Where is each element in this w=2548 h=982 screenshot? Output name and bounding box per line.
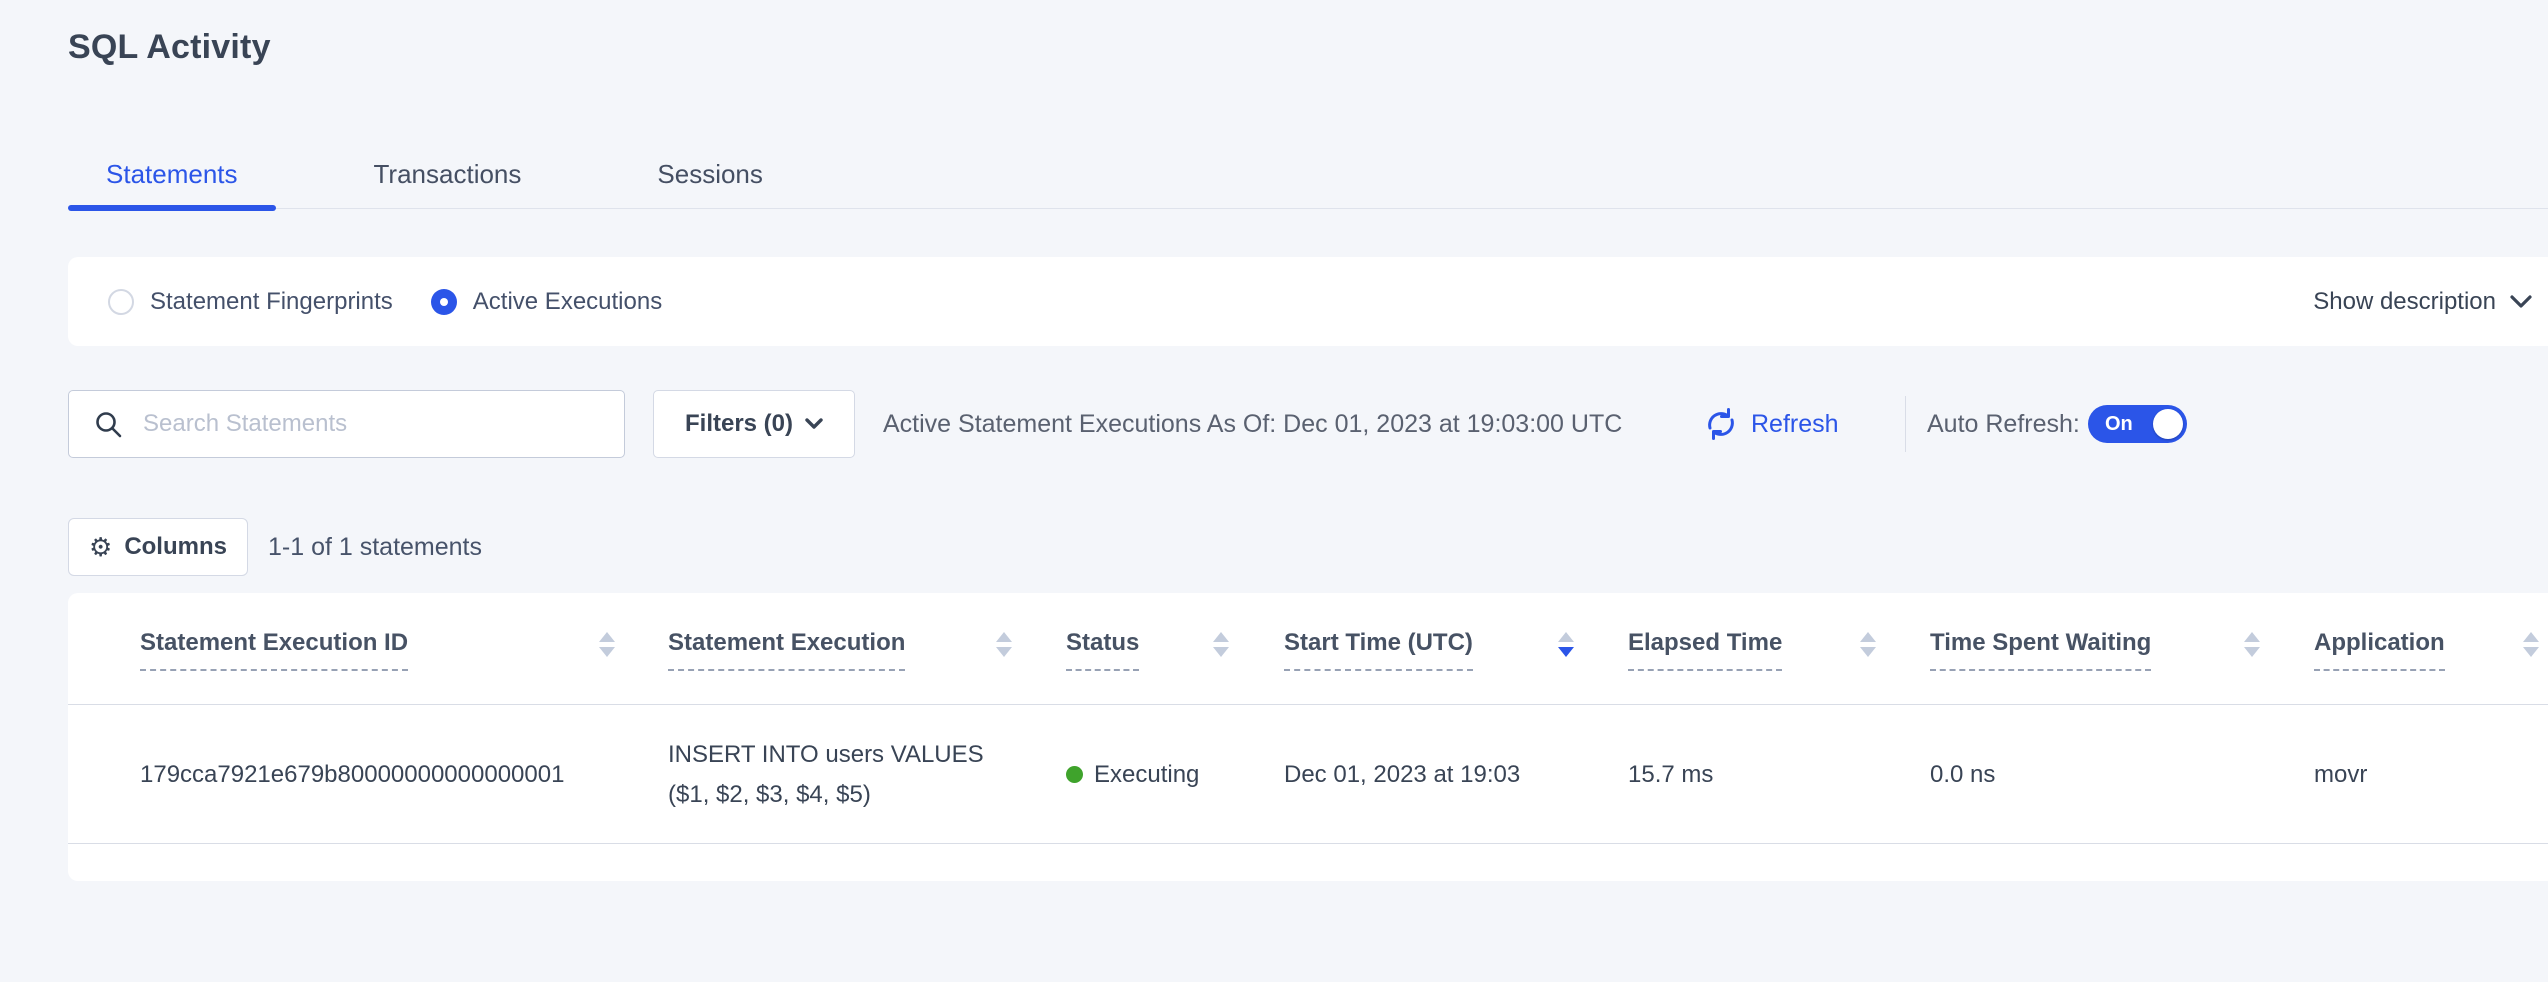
search-icon (93, 409, 123, 439)
status-label: Executing (1094, 761, 1199, 789)
tab-sessions[interactable]: Sessions (619, 140, 801, 208)
search-input[interactable] (143, 410, 624, 438)
column-header-label[interactable]: Statement Execution ID (140, 629, 408, 671)
radio-active-executions-label: Active Executions (473, 288, 662, 316)
column-header-label[interactable]: Elapsed Time (1628, 629, 1782, 671)
column-header-label[interactable]: Application (2314, 629, 2445, 671)
filters-button-label: Filters (0) (685, 410, 793, 438)
column-header-label[interactable]: Time Spent Waiting (1930, 629, 2151, 671)
toggle-knob (2153, 409, 2183, 439)
tab-transactions-label: Transactions (374, 159, 522, 190)
table-header-row: Statement Execution ID Statement Executi… (68, 593, 2548, 705)
as-of-timestamp: Active Statement Executions As Of: Dec 0… (883, 390, 1622, 458)
chevron-down-icon (805, 418, 823, 430)
statements-table: Statement Execution ID Statement Executi… (68, 593, 2548, 881)
cell-statement-execution-id[interactable]: 179cca7921e679b80000000000000001 (140, 706, 615, 843)
column-header-label[interactable]: Status (1066, 629, 1139, 671)
tab-statements[interactable]: Statements (68, 140, 276, 208)
column-header-label[interactable]: Statement Execution (668, 629, 905, 671)
refresh-icon (1703, 406, 1739, 442)
radio-statement-fingerprints-label: Statement Fingerprints (150, 288, 393, 316)
chevron-down-icon (2510, 295, 2532, 309)
status-executing-dot-icon (1066, 766, 1083, 783)
sort-arrows-icon[interactable] (2244, 632, 2260, 657)
results-count: 1-1 of 1 statements (268, 518, 482, 576)
show-description-label: Show description (2313, 288, 2496, 316)
column-header-time-spent-waiting: Time Spent Waiting (1930, 629, 2260, 671)
statement-line-2: ($1, $2, $3, $4, $5) (668, 775, 871, 815)
columns-button-label: Columns (124, 533, 227, 561)
show-description-toggle[interactable]: Show description (2313, 288, 2532, 316)
column-header-status: Status (1066, 629, 1229, 671)
sort-arrows-icon[interactable] (1860, 632, 1876, 657)
column-header-application: Application (2314, 629, 2539, 671)
auto-refresh-state-label: On (2105, 405, 2133, 443)
cell-start-time: Dec 01, 2023 at 19:03 (1284, 706, 1574, 843)
filters-button[interactable]: Filters (0) (653, 390, 855, 458)
cell-elapsed-time: 15.7 ms (1628, 706, 1876, 843)
sort-arrows-icon[interactable] (996, 632, 1012, 657)
statement-line-1: INSERT INTO users VALUES (668, 735, 984, 775)
refresh-label: Refresh (1751, 410, 1839, 439)
sort-arrows-icon[interactable] (599, 632, 615, 657)
page-title: SQL Activity (68, 28, 271, 67)
auto-refresh-label: Auto Refresh: (1927, 390, 2080, 458)
auto-refresh-toggle[interactable]: On (2088, 405, 2187, 443)
gear-icon: ⚙ (89, 534, 112, 560)
tab-bar: Statements Transactions Sessions (68, 140, 2548, 209)
view-mode-card: Statement Fingerprints Active Executions… (68, 257, 2548, 346)
sort-arrows-icon-desc-active[interactable] (1558, 632, 1574, 657)
column-header-statement-execution-id: Statement Execution ID (140, 629, 615, 671)
column-header-statement-execution: Statement Execution (668, 629, 1012, 671)
search-box (68, 390, 625, 458)
sort-arrows-icon[interactable] (1213, 632, 1229, 657)
radio-selected-icon (431, 289, 457, 315)
tab-statements-label: Statements (106, 159, 238, 190)
column-header-start-time: Start Time (UTC) (1284, 629, 1574, 671)
cell-application: movr (2314, 706, 2539, 843)
tab-sessions-label: Sessions (657, 159, 763, 190)
radio-statement-fingerprints[interactable]: Statement Fingerprints (108, 288, 393, 316)
cell-statement-execution[interactable]: INSERT INTO users VALUES ($1, $2, $3, $4… (668, 706, 1012, 843)
column-header-label[interactable]: Start Time (UTC) (1284, 629, 1473, 671)
radio-active-executions[interactable]: Active Executions (431, 288, 662, 316)
column-header-elapsed-time: Elapsed Time (1628, 629, 1876, 671)
sort-arrows-icon[interactable] (2523, 632, 2539, 657)
refresh-button[interactable]: Refresh (1703, 390, 1839, 458)
tab-transactions[interactable]: Transactions (336, 140, 560, 208)
table-row[interactable]: 179cca7921e679b80000000000000001 INSERT … (68, 706, 2548, 844)
radio-unselected-icon (108, 289, 134, 315)
cell-status: Executing (1066, 706, 1229, 843)
divider (1905, 396, 1906, 452)
columns-button[interactable]: ⚙ Columns (68, 518, 248, 576)
cell-time-spent-waiting: 0.0 ns (1930, 706, 2260, 843)
